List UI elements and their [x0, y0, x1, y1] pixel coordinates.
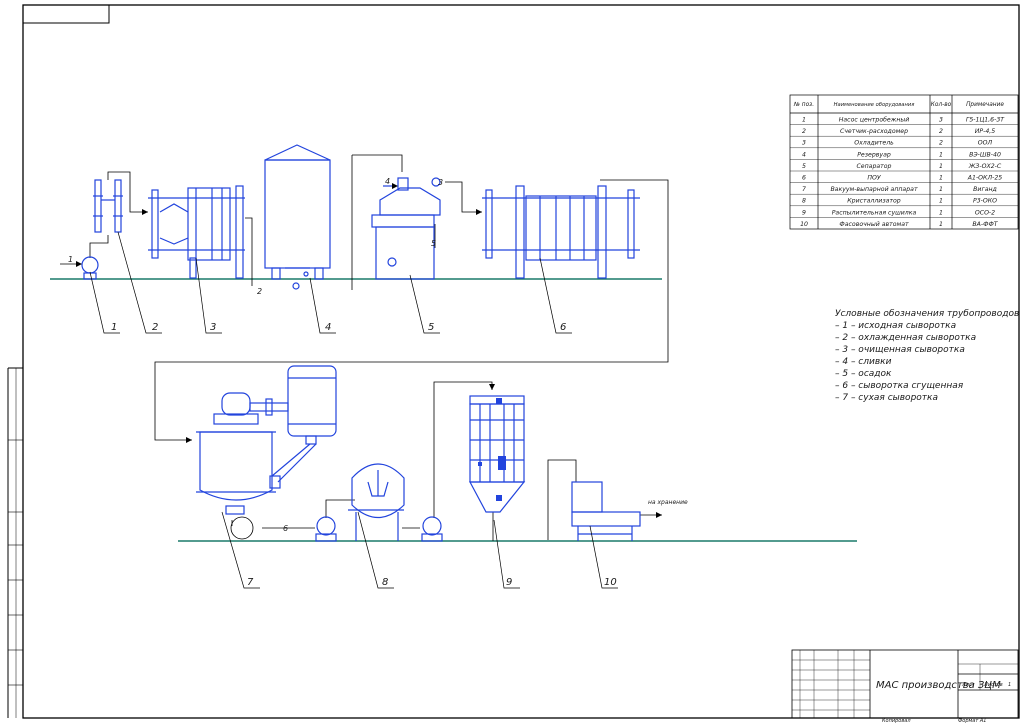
format-label: Формат А1	[958, 718, 986, 724]
pipe-label-5: 5	[431, 239, 436, 248]
legend-item-2: – 2 – охлажденная сыворотка	[835, 333, 976, 343]
sheets-label: Листов	[983, 682, 1003, 688]
sheets-count: 1	[1008, 682, 1011, 688]
spec-cell: ООЛ	[978, 140, 993, 147]
spec-cell: 7	[802, 186, 806, 193]
copied-label: Копировал	[882, 718, 911, 724]
legend-item-1: – 1 – исходная сыворотка	[835, 321, 956, 331]
spec-cell: ВЭ-ШВ-40	[969, 151, 1001, 158]
pipe-label-6: 6	[283, 524, 288, 533]
equipment-vacuum-evaporator	[196, 365, 337, 540]
callout-9: 9	[506, 577, 512, 588]
pipe-label-4: 4	[385, 177, 390, 186]
spec-cell: 1	[939, 198, 943, 205]
pipelines	[60, 154, 669, 541]
equipment-tank	[264, 144, 331, 290]
equipment-flow-meter	[93, 179, 123, 233]
spec-cell: Счетчик-расходомер	[840, 128, 908, 135]
spec-cell: Фасовочный автомат	[839, 221, 909, 228]
spec-cell: Кристаллизатор	[847, 198, 901, 205]
callout-8: 8	[382, 577, 388, 588]
spec-cell: 2	[802, 128, 806, 135]
legend-item-3: – 3 – очищенная сыворотка	[835, 345, 965, 355]
pipe-label-1: 1	[68, 255, 73, 264]
equipment-separator	[371, 177, 441, 280]
spec-cell: 10	[800, 221, 808, 228]
spec-cell: 3	[939, 117, 943, 124]
callout-5: 5	[428, 322, 434, 333]
spec-cell: 4	[802, 151, 806, 158]
spec-cell: Виганд	[973, 186, 997, 193]
spec-header-cell: Кол-во	[931, 102, 952, 108]
sheet-label: Лист	[961, 682, 976, 688]
spec-cell: Сепаратор	[856, 163, 891, 170]
spec-header-cell: Примечание	[966, 102, 1004, 108]
spec-cell: Насос центробежный	[839, 116, 910, 124]
spec-cell: 1	[939, 163, 943, 170]
legend-item-6: – 6 – сыворотка сгущенная	[835, 381, 964, 391]
spec-cell: ВА-ФФТ	[972, 221, 998, 228]
spec-cell: Распылительная сушилка	[832, 209, 917, 216]
spec-cell: 2	[939, 140, 943, 147]
legend-item-4: – 4 – сливки	[835, 357, 892, 367]
callout-4: 4	[325, 322, 331, 333]
callout-10: 10	[604, 577, 617, 588]
equipment-pump-2	[315, 516, 337, 542]
spec-cell: Резервуар	[857, 151, 891, 158]
spec-cell: 1	[939, 175, 943, 182]
leader-lines	[89, 231, 618, 589]
drawing-title: МАС производства ЗЦМ	[876, 680, 1001, 691]
spec-cell: 9	[802, 209, 806, 216]
spec-table-text: № поз. Наименование оборудования Кол-во При…	[793, 102, 1005, 228]
spec-cell: 1	[802, 117, 806, 124]
spec-cell: Г5-1Ц1,6-3Т	[966, 117, 1005, 124]
spec-cell: ИР-4,5	[975, 128, 995, 135]
spec-cell: Р3-ОКО	[973, 198, 997, 205]
equipment-pump-3	[421, 516, 443, 542]
spec-cell: 3	[802, 140, 806, 147]
pipe-label-to-storage: на хранение	[648, 499, 688, 506]
spec-header-cell: № поз.	[793, 102, 814, 108]
spec-cell: 6	[802, 175, 806, 182]
spec-cell: 1	[939, 151, 943, 158]
spec-cell: Вакуум-выпарной аппарат	[830, 186, 918, 193]
spec-cell: ЖЗ-ОХ2-С	[968, 163, 1002, 170]
spec-header-cell: Наименование оборудования	[834, 102, 915, 108]
spec-cell: Охладитель	[854, 140, 894, 147]
drawing-sheet: № поз. Наименование оборудования Кол-во При…	[7, 4, 1020, 724]
equipment-crystallizer	[348, 463, 405, 541]
spec-cell: А1-ОКЛ-25	[967, 175, 1002, 182]
callout-3: 3	[210, 322, 216, 333]
callout-6: 6	[560, 322, 566, 333]
pipe-label-3: 3	[438, 178, 443, 187]
spec-cell: 1	[939, 209, 943, 216]
legend-item-7: – 7 – сухая сыворотка	[835, 393, 938, 403]
pipe-label-2: 2	[257, 287, 262, 296]
callout-2: 2	[152, 322, 158, 333]
flow-arrows	[76, 183, 662, 518]
pipeline-legend: Условные обозначения трубопроводов – 1 –…	[835, 309, 1019, 403]
callout-1: 1	[111, 322, 117, 333]
spec-cell: 1	[939, 221, 943, 228]
spec-cell: ОСО-2	[975, 209, 995, 216]
callout-7: 7	[247, 577, 254, 588]
equipment-packing-machine	[571, 481, 641, 541]
spec-cell: 1	[939, 186, 943, 193]
equipment-pump-1	[81, 256, 99, 280]
equipment-pasteurizer	[482, 185, 640, 279]
legend-title: Условные обозначения трубопроводов	[835, 309, 1019, 319]
equipment-spray-dryer	[469, 395, 526, 513]
spec-cell: ПОУ	[867, 175, 882, 182]
legend-item-5: – 5 – осадок	[835, 369, 892, 379]
spec-cell: 2	[939, 128, 943, 135]
spec-cell: 8	[802, 198, 806, 205]
spec-cell: 5	[802, 163, 806, 170]
